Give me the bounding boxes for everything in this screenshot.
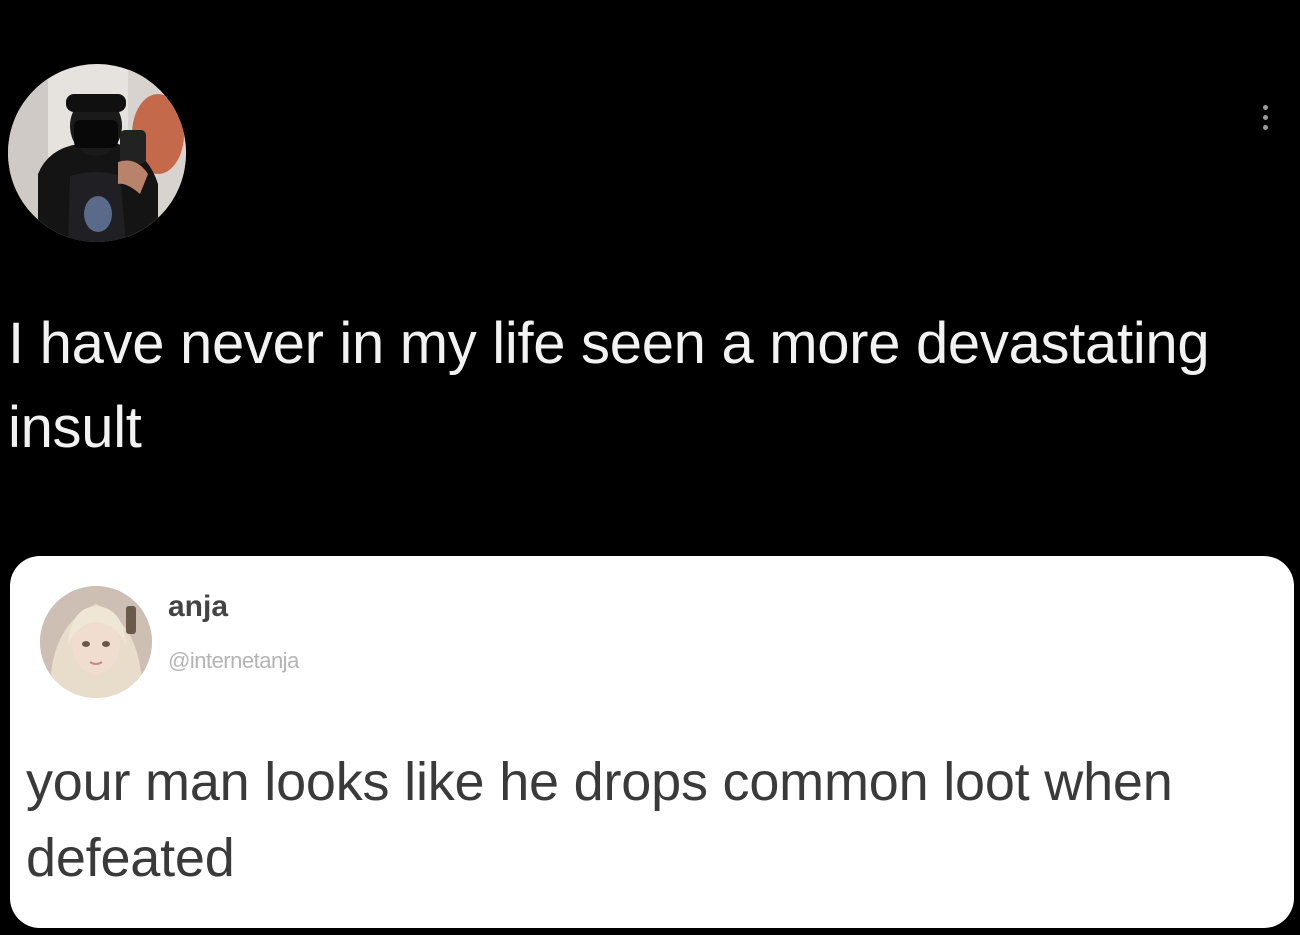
more-vertical-icon bbox=[1262, 104, 1268, 110]
more-options-button[interactable] bbox=[1250, 92, 1280, 142]
post-view: I have never in my life seen a more deva… bbox=[0, 0, 1300, 935]
quoted-author-handle[interactable]: @internetanja bbox=[168, 648, 299, 674]
quoted-post-card[interactable]: anja @internetanja your man looks like h… bbox=[10, 556, 1294, 928]
post-text: I have never in my life seen a more deva… bbox=[8, 311, 1210, 460]
quoted-post-text: your man looks like he drops common loot… bbox=[26, 752, 1173, 888]
more-vertical-icon-dot bbox=[1262, 124, 1268, 130]
poster-avatar-image bbox=[8, 64, 186, 242]
quoted-author-avatar-image bbox=[40, 586, 152, 698]
quoted-author-avatar[interactable] bbox=[40, 586, 152, 698]
more-vertical-icon-dot bbox=[1262, 114, 1268, 120]
quoted-author-name[interactable]: anja bbox=[168, 590, 228, 624]
poster-avatar[interactable] bbox=[8, 64, 186, 242]
